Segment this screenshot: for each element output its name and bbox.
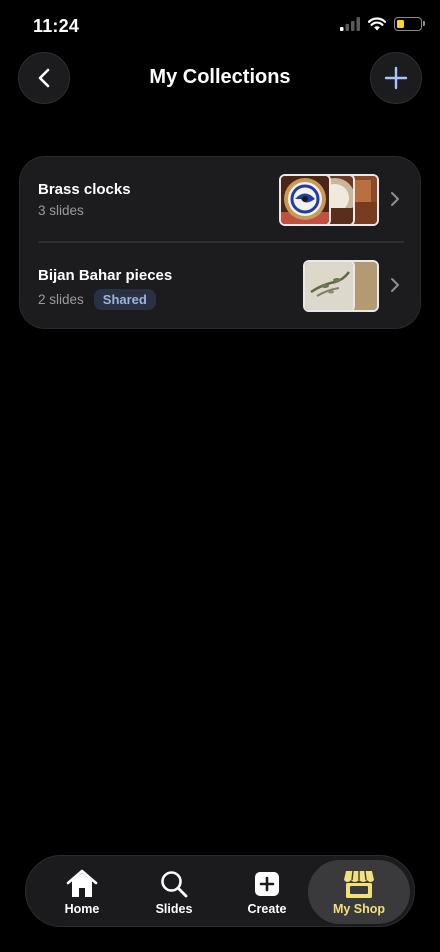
tab-label: Home <box>64 902 100 916</box>
home-icon <box>66 868 98 900</box>
collection-title: Brass clocks <box>38 181 131 198</box>
cellular-signal-icon <box>340 17 360 31</box>
add-collection-button[interactable] <box>370 52 422 104</box>
status-time: 11:24 <box>33 16 80 36</box>
chevron-right-icon <box>391 278 399 292</box>
collection-row-brass-clocks[interactable]: Brass clocks 3 slides <box>20 157 420 241</box>
battery-icon <box>394 17 425 31</box>
shared-badge: Shared <box>93 289 156 310</box>
tab-slides[interactable]: Slides <box>128 856 220 928</box>
thumbnail-stack <box>303 260 383 312</box>
thumbnail-stack <box>279 174 383 226</box>
status-icons <box>340 17 425 31</box>
thumbnail-1 <box>303 260 355 312</box>
chevron-right-icon <box>391 192 399 206</box>
collection-row-bijan-bahar[interactable]: Bijan Bahar pieces 2 slides Shared <box>20 243 420 327</box>
slide-count: 2 slides <box>38 292 84 307</box>
tab-my-shop[interactable]: My Shop <box>308 860 410 924</box>
slide-count: 3 slides <box>38 203 84 218</box>
collection-meta: 3 slides <box>38 203 84 218</box>
tab-label: My Shop <box>332 902 386 916</box>
tab-label: Slides <box>155 902 193 916</box>
search-icon <box>160 868 188 900</box>
tab-home[interactable]: Home <box>36 856 128 928</box>
tab-bar: Home Slides Create My Shop <box>25 855 415 927</box>
header: My Collections <box>0 52 440 104</box>
thumbnail-1 <box>279 174 331 226</box>
collection-title: Bijan Bahar pieces <box>38 267 173 284</box>
shop-icon <box>343 868 375 900</box>
plus-square-icon <box>254 868 280 900</box>
plus-icon <box>384 66 408 90</box>
collection-meta: 2 slides Shared <box>38 289 156 310</box>
status-bar: 11:24 <box>0 0 440 52</box>
tab-create[interactable]: Create <box>221 856 313 928</box>
tab-label: Create <box>247 902 287 916</box>
collections-list: Brass clocks 3 slides Bijan Bahar pieces… <box>19 156 421 329</box>
wifi-icon <box>368 17 386 31</box>
